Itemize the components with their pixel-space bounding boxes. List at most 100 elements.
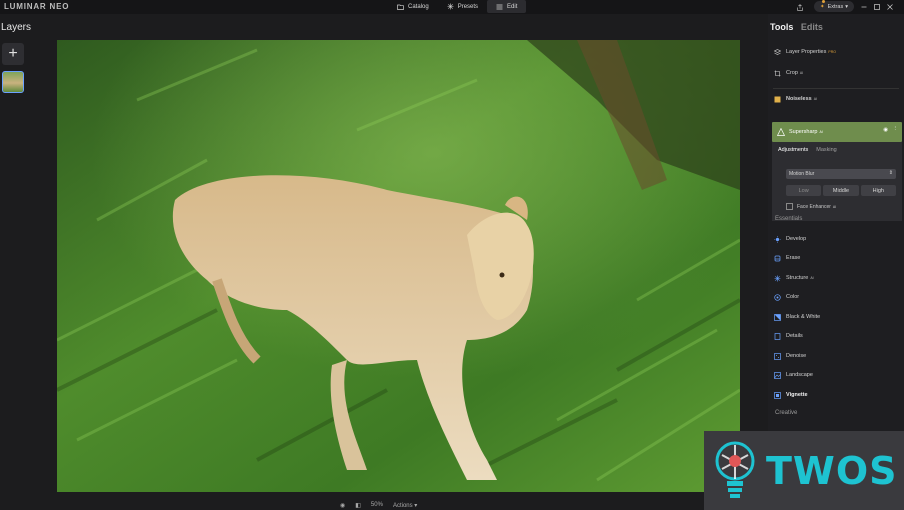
crop-icon (774, 70, 781, 76)
plus-icon: + (8, 45, 18, 62)
photo-lioness (57, 40, 740, 492)
more-icon[interactable]: ⋮ (893, 126, 899, 132)
notification-dot (822, 0, 825, 3)
eye-toggle-icon[interactable]: ◉ (883, 127, 888, 133)
tool-erase[interactable]: Erase (774, 252, 800, 264)
tool-noiseless[interactable]: Noiseless AI (774, 93, 817, 105)
tool-label: Structure (786, 275, 809, 281)
supersharp-subtabs: Adjustments Masking (778, 147, 837, 153)
add-layer-button[interactable]: + (2, 43, 24, 65)
vignette-icon (774, 391, 781, 399)
sliders-icon (496, 4, 503, 9)
compare-icon[interactable]: ◧ (355, 502, 361, 509)
tool-structure[interactable]: Structure AI (774, 272, 814, 284)
structure-icon (774, 275, 781, 281)
eye-icon[interactable]: ◉ (340, 502, 345, 509)
twos-watermark: TWOS (704, 431, 904, 510)
tab-edit[interactable]: Edit (487, 0, 527, 13)
image-canvas[interactable] (57, 40, 740, 492)
tool-label: Layer Properties (786, 49, 827, 55)
presets-icon (447, 3, 454, 10)
level-middle-button[interactable]: Middle (823, 185, 859, 196)
actions-label: Actions (392, 502, 413, 509)
tool-crop[interactable]: Crop AI (774, 67, 803, 79)
ai-badge: AI (819, 130, 823, 134)
supersharp-header[interactable]: Supersharp AI ◉ ⋮ (772, 122, 902, 142)
level-high-button[interactable]: High (860, 185, 896, 196)
title-bar: LUMINAR NEO Catalog Presets Edit ✦ Extra… (0, 0, 904, 14)
landscape-icon (774, 371, 781, 379)
tool-layer-properties[interactable]: Layer Properties PRO (774, 46, 836, 58)
extras-label: Extras (827, 3, 844, 10)
main-nav: Catalog Presets Edit (388, 0, 527, 14)
develop-icon (774, 235, 781, 243)
minimize-icon[interactable] (861, 0, 867, 14)
app-window: LUMINAR NEO Catalog Presets Edit ✦ Extra… (0, 0, 904, 510)
blur-type-value: Motion Blur (789, 171, 815, 177)
tab-tools[interactable]: Tools (770, 22, 793, 32)
chevron-updown-icon: ⇕ (888, 170, 893, 176)
maximize-icon[interactable] (874, 0, 880, 14)
erase-icon (774, 255, 781, 261)
level-low-button[interactable]: Low (786, 185, 822, 196)
layers-icon (774, 48, 781, 55)
supersharp-icon (777, 128, 785, 136)
tool-details[interactable]: Details (774, 330, 803, 342)
face-enhancer-label: Face Enhancer (797, 203, 831, 210)
tool-label: Black & White (786, 314, 821, 320)
checkbox-box (786, 203, 793, 210)
tool-label: Landscape (786, 372, 813, 378)
tool-black-white[interactable]: Black & White (774, 311, 820, 323)
tab-masking[interactable]: Masking (816, 147, 836, 153)
tool-vignette[interactable]: Vignette (774, 389, 808, 401)
blur-type-select[interactable]: Motion Blur ⇕ (786, 169, 896, 179)
extras-star-icon: ✦ (820, 3, 825, 10)
color-icon (774, 293, 781, 301)
tool-denoise[interactable]: Denoise (774, 350, 806, 362)
tab-presets[interactable]: Presets (438, 0, 487, 13)
extras-button[interactable]: ✦ Extras ▾ (814, 1, 854, 12)
tab-edit-label: Edit (507, 3, 518, 10)
tool-label: Crop (786, 70, 798, 76)
tool-label: Details (786, 333, 803, 339)
tab-catalog-label: Catalog (408, 3, 429, 10)
close-icon[interactable] (887, 0, 893, 14)
supersharp-panel: Adjustments Masking Motion Blur ⇕ Low Mi… (772, 142, 902, 221)
tab-adjustments[interactable]: Adjustments (778, 147, 808, 153)
layer-thumbnail[interactable] (2, 71, 24, 93)
tool-label: Noiseless (786, 96, 812, 102)
tool-label: Develop (786, 236, 807, 242)
tool-label: Denoise (786, 353, 807, 359)
tab-edits[interactable]: Edits (801, 22, 823, 32)
denoise-icon (774, 352, 781, 360)
share-icon[interactable] (797, 0, 803, 14)
tab-catalog[interactable]: Catalog (388, 0, 438, 13)
divider (773, 88, 899, 89)
details-icon (774, 332, 781, 340)
zoom-level[interactable]: 50% (371, 502, 383, 508)
folder-icon (397, 4, 404, 10)
tool-label: Vignette (786, 392, 808, 398)
ai-badge: AI (799, 71, 804, 75)
ai-badge: AI (810, 276, 814, 280)
tool-label: Color (786, 294, 800, 300)
creative-title: Creative (775, 410, 798, 416)
layers-title: Layers (1, 22, 32, 33)
ai-badge: AI (813, 97, 817, 101)
tool-color[interactable]: Color (774, 291, 799, 303)
watermark-text: TWOS (766, 448, 898, 493)
ai-badge: AI (832, 204, 837, 209)
tool-label: Erase (786, 255, 801, 261)
tool-landscape[interactable]: Landscape (774, 369, 813, 381)
tab-presets-label: Presets (457, 3, 479, 10)
bottom-toolbar: ◉ ◧ 50% Actions ▾ (340, 500, 417, 510)
chevron-down-icon: ▾ (845, 3, 848, 10)
tool-develop[interactable]: Develop (774, 233, 806, 245)
actions-menu[interactable]: Actions ▾ (393, 502, 417, 509)
panel-tabs: Tools Edits (770, 22, 823, 32)
face-enhancer-checkbox[interactable]: Face Enhancer AI (786, 203, 836, 210)
essentials-title: Essentials (775, 216, 803, 222)
app-logo: LUMINAR NEO (4, 2, 70, 11)
black-white-icon (774, 313, 781, 321)
supersharp-label: Supersharp (789, 129, 818, 135)
